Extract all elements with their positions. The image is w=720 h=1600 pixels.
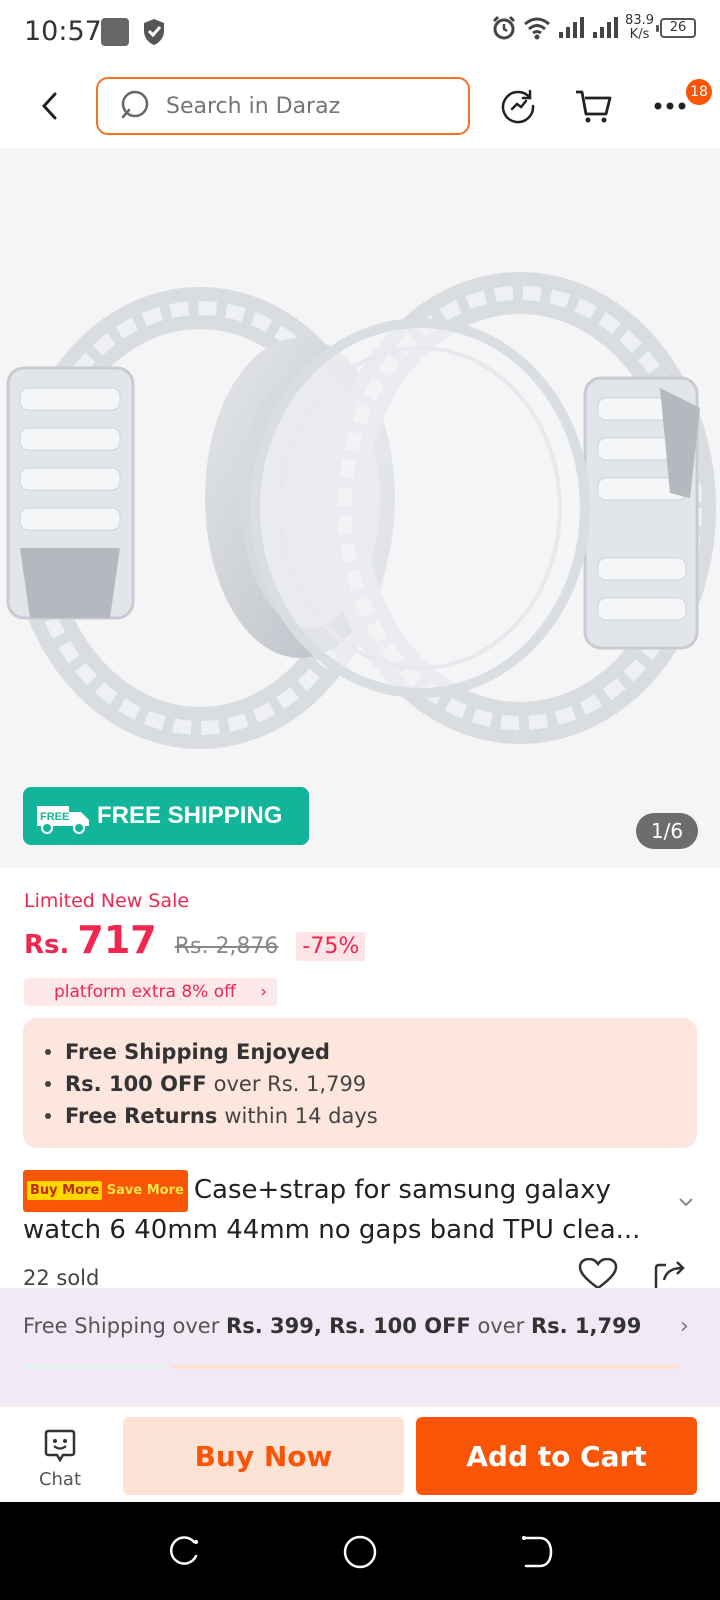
benefit-detail: within 14 days <box>224 1104 378 1128</box>
product-image <box>6 272 716 749</box>
chat-label: Chat <box>38 1469 82 1490</box>
benefit-item: Rs. 100 OFF over Rs. 1,799 <box>45 1068 697 1100</box>
system-nav-bar <box>0 1502 720 1600</box>
signal-icon-2 <box>593 17 619 38</box>
signal-icon-1 <box>559 17 585 38</box>
more-icon <box>654 102 686 110</box>
shield-icon <box>144 19 164 45</box>
benefit-title: Free Shipping Enjoyed <box>65 1040 330 1064</box>
price-row: Rs. 717 Rs. 2,876 -75% <box>24 918 366 962</box>
home-icon[interactable] <box>340 1532 380 1572</box>
notification-icon <box>101 18 129 46</box>
original-price: Rs. 2,876 <box>174 934 279 959</box>
progress-segment <box>23 1365 167 1369</box>
title-line-2: watch 6 40mm 44mm no gaps band TPU clea.… <box>23 1215 641 1245</box>
back-nav-icon[interactable] <box>516 1532 556 1572</box>
recents-icon[interactable] <box>164 1532 204 1572</box>
progress-segment <box>172 1365 679 1369</box>
chevron-down-icon[interactable] <box>678 1196 694 1208</box>
platform-voucher[interactable]: platform extra 8% off › <box>24 978 277 1006</box>
benefit-title: Rs. 100 OFF <box>65 1072 207 1096</box>
promo-badge-save-more: Save More <box>106 1183 184 1198</box>
search-header: Search in Daraz 18 <box>0 66 720 148</box>
refresh-button[interactable] <box>496 84 540 128</box>
net-speed: 83.9 K/s <box>625 14 654 42</box>
title-line-1: Case+strap for samsung galaxy <box>193 1175 611 1205</box>
search-icon <box>121 90 149 119</box>
status-time: 10:57 <box>24 16 102 47</box>
back-icon <box>41 92 57 120</box>
wifi-icon <box>524 17 551 40</box>
status-right-group: 83.9 K/s 26 <box>491 14 696 42</box>
share-icon[interactable] <box>652 1258 688 1290</box>
shipping-promo-text: Free Shipping over Rs. 399, Rs. 100 OFF … <box>23 1314 641 1338</box>
shipping-text-part: Free Shipping over <box>23 1314 227 1338</box>
search-placeholder: Search in Daraz <box>166 93 341 119</box>
net-speed-unit: K/s <box>629 27 650 42</box>
shipping-promo-banner[interactable]: Free Shipping over Rs. 399, Rs. 100 OFF … <box>0 1288 720 1406</box>
bullet-icon <box>45 1049 51 1055</box>
discount-badge: -75% <box>296 932 366 961</box>
product-title[interactable]: Buy More Save More Case+strap for samsung… <box>23 1170 673 1248</box>
benefit-title: Free Returns <box>65 1104 218 1128</box>
chat-button[interactable]: Chat <box>30 1429 90 1490</box>
voucher-label: platform extra 8% off <box>54 982 236 1002</box>
free-shipping-badge: FREE FREE SHIPPING <box>23 787 309 845</box>
bullet-icon <box>45 1081 51 1087</box>
free-shipping-label: FREE SHIPPING <box>97 802 283 829</box>
truck-label: FREE <box>40 811 69 823</box>
truck-icon: FREE <box>37 806 89 834</box>
refresh-icon <box>501 89 535 124</box>
search-input[interactable]: Search in Daraz <box>96 77 470 135</box>
cart-button[interactable] <box>572 84 616 128</box>
status-bar: 10:57 83.9 K/s 26 <box>0 0 720 66</box>
benefit-item: Free Returns within 14 days <box>45 1100 697 1132</box>
promo-badge-buy-more: Buy More <box>27 1181 103 1200</box>
chat-icon <box>44 1429 76 1463</box>
product-image-gallery[interactable]: FREE FREE SHIPPING 1/6 <box>0 148 720 868</box>
image-counter: 1/6 <box>636 813 698 849</box>
cart-icon <box>576 90 612 123</box>
current-price: 717 <box>77 918 157 962</box>
chevron-right-icon: › <box>680 1314 689 1339</box>
net-speed-value: 83.9 <box>625 13 654 28</box>
promo-badge: Buy More Save More <box>23 1170 188 1212</box>
benefits-box: Free Shipping Enjoyed Rs. 100 OFF over R… <box>23 1018 697 1148</box>
benefit-detail: over Rs. 1,799 <box>213 1072 367 1096</box>
notification-badge: 18 <box>686 79 712 105</box>
add-to-cart-button[interactable]: Add to Cart <box>416 1417 697 1495</box>
bullet-icon <box>45 1113 51 1119</box>
benefit-item: Free Shipping Enjoyed <box>45 1036 697 1068</box>
shipping-text-part: over <box>470 1314 531 1338</box>
sold-count: 22 sold <box>23 1266 100 1290</box>
battery-indicator: 26 <box>656 18 696 38</box>
price-currency: Rs. <box>24 930 70 960</box>
alarm-icon <box>492 15 516 40</box>
back-button[interactable] <box>30 86 70 126</box>
shipping-text-bold: Rs. 399, Rs. 100 OFF <box>226 1314 471 1338</box>
wishlist-heart-icon[interactable] <box>578 1258 618 1290</box>
shipping-text-bold: Rs. 1,799 <box>530 1314 642 1338</box>
sale-label: Limited New Sale <box>24 890 190 912</box>
bottom-action-bar: Chat Buy Now Add to Cart <box>0 1406 720 1502</box>
chevron-right-icon: › <box>260 982 267 1002</box>
buy-now-button[interactable]: Buy Now <box>123 1417 404 1495</box>
